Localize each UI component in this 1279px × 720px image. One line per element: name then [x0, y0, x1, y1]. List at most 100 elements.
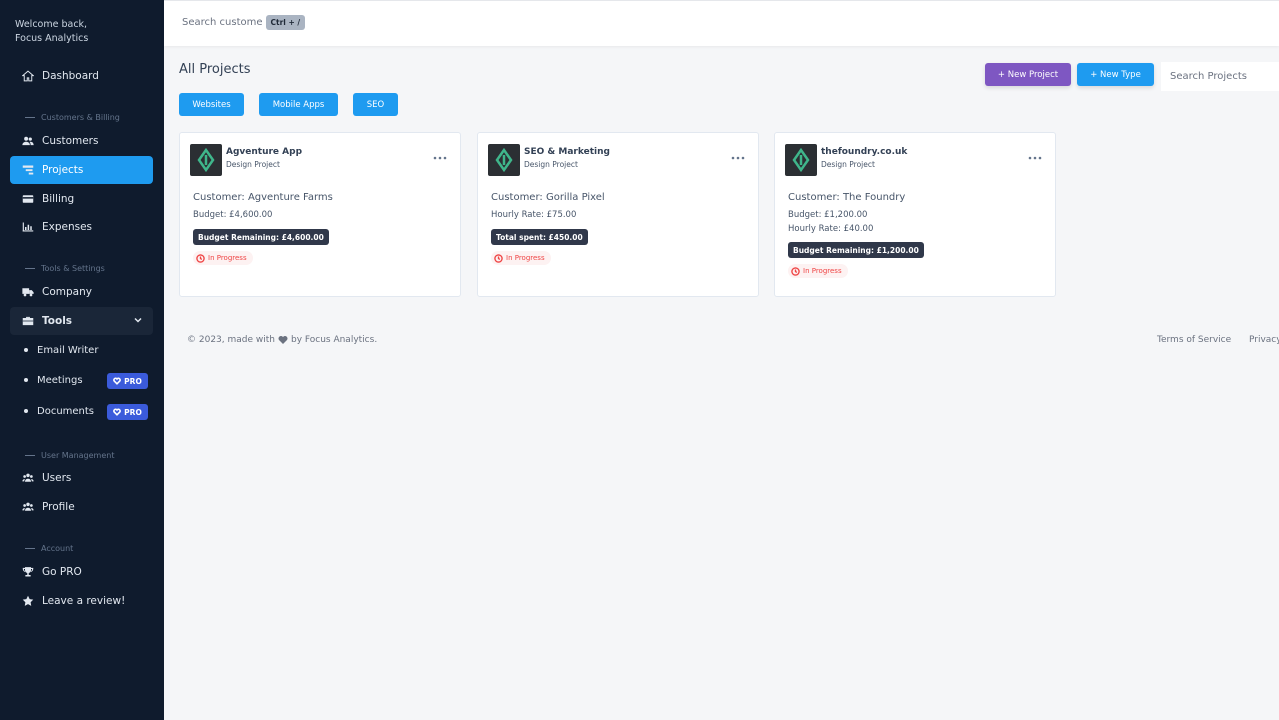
footer-copyright: © 2023, made with by Focus Analytics. [187, 335, 377, 345]
sidebar-item-label: Leave a review! [42, 595, 126, 607]
filter-seo[interactable]: SEO [353, 93, 398, 116]
project-type: Design Project [821, 160, 875, 169]
new-type-button[interactable]: + New Type [1077, 63, 1154, 86]
sidebar-item-label: Meetings [37, 374, 83, 386]
sidebar-item-label: Documents [37, 405, 95, 417]
clock-icon [791, 266, 800, 276]
heart-icon [113, 377, 122, 385]
heart-icon [113, 408, 122, 416]
toolbox-icon [20, 313, 36, 329]
heart-icon [278, 336, 288, 344]
project-name[interactable]: thefoundry.co.uk [821, 147, 907, 157]
page-title: All Projects [179, 62, 251, 77]
project-logo-icon [190, 144, 222, 176]
budget-remaining-badge: Budget Remaining: £1,200.00 [788, 242, 924, 258]
sidebar-item-label: Expenses [42, 221, 93, 233]
status-badge: In Progress [193, 251, 253, 265]
filter-mobile-apps[interactable]: Mobile Apps [259, 93, 338, 116]
sidebar-item-label: Customers [42, 135, 99, 147]
sidebar: Welcome back, Focus Analytics Dashboard … [0, 0, 164, 720]
budget-remaining-badge: Budget Remaining: £4,600.00 [193, 229, 329, 245]
sidebar-item-email-writer[interactable]: Email Writer [24, 339, 154, 361]
project-hourly-rate: Hourly Rate: £40.00 [788, 224, 874, 234]
status-label: In Progress [506, 254, 545, 262]
sidebar-item-label: Projects [42, 164, 84, 176]
bullet-icon [24, 348, 28, 352]
sidebar-item-dashboard[interactable]: Dashboard [10, 62, 153, 90]
section-account: Account [25, 544, 73, 553]
project-card[interactable]: thefoundry.co.uk Design Project Customer… [774, 132, 1056, 297]
account-name: Focus Analytics [15, 33, 89, 44]
sidebar-item-meetings[interactable]: Meetings PRO [24, 369, 154, 391]
sidebar-item-users[interactable]: Users [10, 464, 153, 492]
customer-search-input[interactable]: Search custome [182, 17, 263, 28]
project-type: Design Project [226, 160, 280, 169]
section-label: User Management [41, 451, 115, 460]
project-hourly-rate: Hourly Rate: £75.00 [491, 210, 577, 220]
star-icon [20, 593, 36, 609]
sidebar-item-label: Billing [42, 193, 75, 205]
project-logo-icon [488, 144, 520, 176]
chevron-down-icon [133, 315, 143, 325]
more-options-icon[interactable] [731, 147, 745, 160]
bullet-icon [24, 378, 28, 382]
pro-badge: PRO [107, 404, 148, 420]
sidebar-item-profile[interactable]: Profile [10, 493, 153, 521]
sidebar-item-expenses[interactable]: Expenses [10, 213, 153, 241]
sidebar-item-label: Go PRO [42, 566, 82, 578]
project-customer: Customer: The Foundry [788, 192, 906, 203]
terms-of-service-link[interactable]: Terms of Service [1157, 335, 1231, 345]
sidebar-item-tools[interactable]: Tools [10, 307, 153, 335]
project-card[interactable]: Agventure App Design Project Customer: A… [179, 132, 461, 297]
sidebar-item-label: Profile [42, 501, 75, 513]
users-icon [20, 470, 36, 486]
section-label: Customers & Billing [41, 113, 120, 122]
sidebar-item-label: Dashboard [42, 70, 99, 82]
sidebar-item-customers[interactable]: Customers [10, 127, 153, 155]
status-badge: In Progress [788, 264, 848, 278]
footer-prefix: © 2023, made with [187, 335, 275, 345]
more-options-icon[interactable] [1028, 147, 1042, 160]
section-tools-settings: Tools & Settings [25, 264, 105, 273]
clock-icon [494, 253, 503, 263]
project-name[interactable]: Agventure App [226, 147, 302, 157]
customer-search[interactable]: Search custome Ctrl + / [182, 15, 306, 30]
truck-icon [20, 284, 36, 300]
privacy-link[interactable]: Privacy [1249, 335, 1279, 345]
sidebar-item-label: Email Writer [37, 344, 99, 356]
credit-card-icon [20, 191, 36, 207]
sidebar-item-go-pro[interactable]: Go PRO [10, 558, 153, 586]
sidebar-item-company[interactable]: Company [10, 278, 153, 306]
users-cog-icon [20, 499, 36, 515]
project-type: Design Project [524, 160, 578, 169]
section-label: Account [41, 544, 74, 553]
section-user-management: User Management [25, 451, 114, 460]
filter-websites[interactable]: Websites [179, 93, 244, 116]
home-icon [20, 68, 36, 84]
trophy-icon [20, 564, 36, 580]
status-label: In Progress [208, 254, 247, 262]
sidebar-item-documents[interactable]: Documents PRO [24, 400, 154, 422]
sidebar-item-leave-review[interactable]: Leave a review! [10, 587, 153, 615]
sidebar-item-billing[interactable]: Billing [10, 185, 153, 213]
new-project-button[interactable]: + New Project [985, 63, 1071, 86]
project-budget: Budget: £1,200.00 [788, 210, 868, 220]
total-spent-badge: Total spent: £450.00 [491, 229, 588, 245]
status-badge: In Progress [491, 251, 551, 265]
project-name[interactable]: SEO & Marketing [524, 147, 610, 157]
pro-badge: PRO [107, 373, 148, 389]
project-card[interactable]: SEO & Marketing Design Project Customer:… [477, 132, 759, 297]
section-label: Tools & Settings [41, 264, 105, 273]
users-icon [20, 133, 36, 149]
pro-label: PRO [124, 376, 142, 386]
sidebar-item-projects[interactable]: Projects [10, 156, 153, 184]
status-label: In Progress [803, 267, 842, 275]
more-options-icon[interactable] [433, 147, 447, 160]
project-customer: Customer: Gorilla Pixel [491, 192, 605, 203]
search-projects-input[interactable] [1161, 62, 1279, 91]
pro-label: PRO [124, 407, 142, 417]
keyboard-shortcut-badge: Ctrl + / [265, 15, 306, 30]
bullet-icon [24, 409, 28, 413]
project-budget: Budget: £4,600.00 [193, 210, 273, 220]
sidebar-item-label: Users [42, 472, 72, 484]
